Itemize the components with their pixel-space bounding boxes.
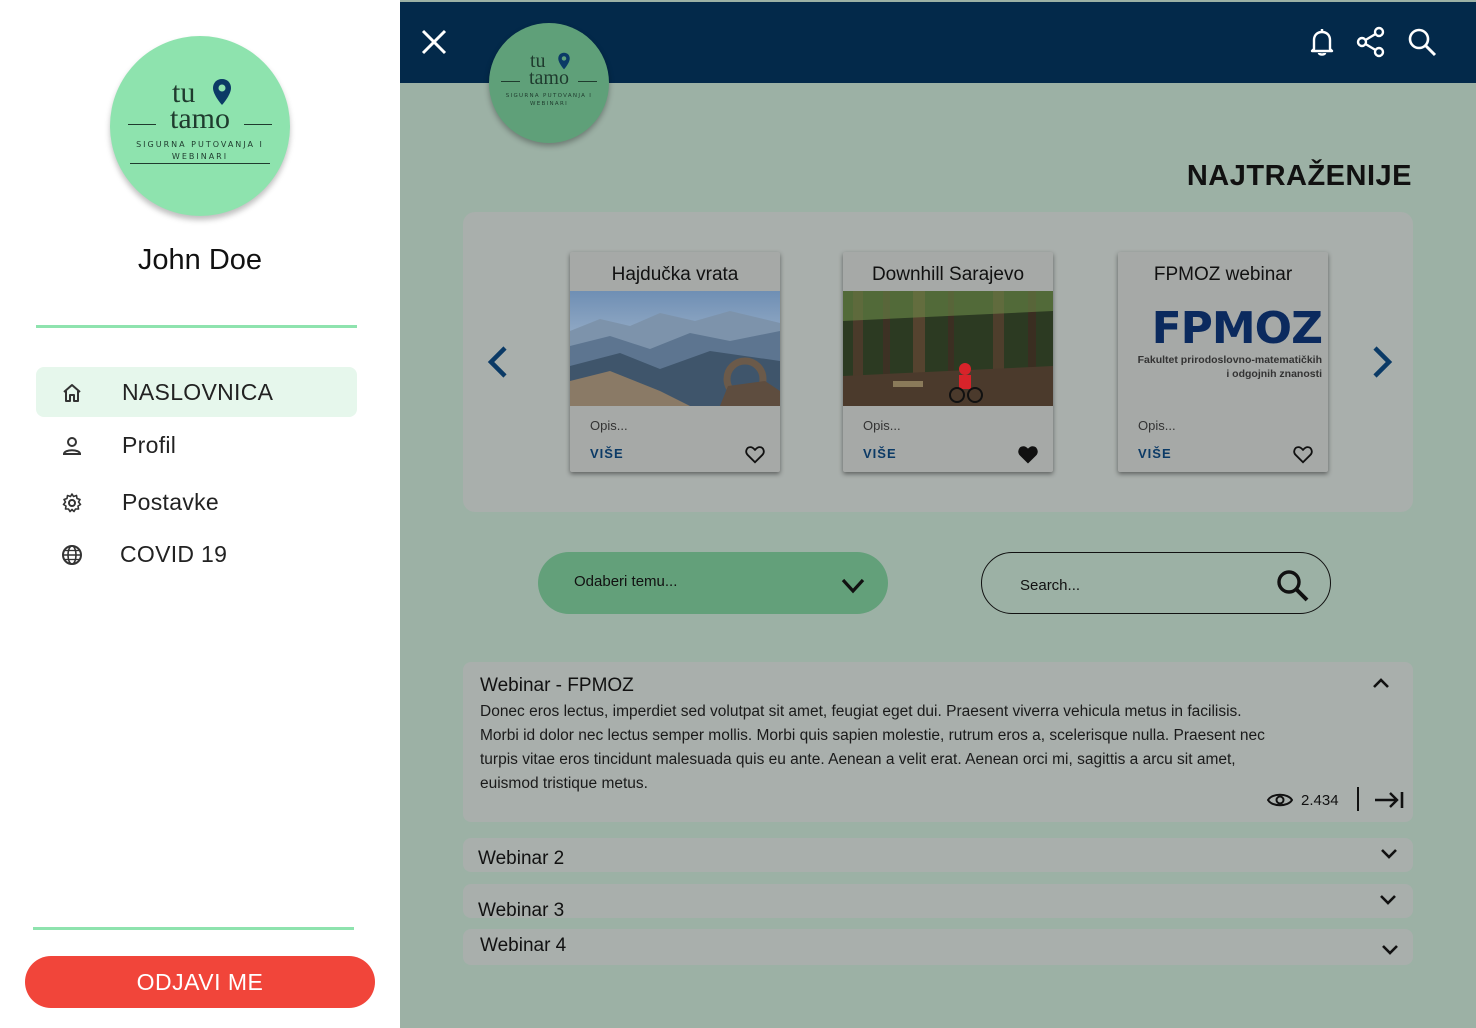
webinar-description: Donec eros lectus, imperdiet sed volutpa… (480, 700, 1360, 796)
logo-text-tamo: tamo (529, 67, 569, 89)
logo-text-tamo: tamo (170, 102, 230, 135)
divider-bottom (33, 927, 354, 930)
chevron-left-icon[interactable] (479, 342, 519, 382)
share-icon[interactable] (1355, 26, 1387, 58)
view-count: 2.434 (1301, 792, 1339, 809)
card-title: Hajdučka vrata (611, 264, 739, 285)
card-more-button[interactable]: VIŠE (863, 446, 897, 461)
bell-icon[interactable] (1306, 26, 1338, 58)
logo-subtitle-1: SIGURNA PUTOVANJA I (136, 140, 264, 149)
person-icon (62, 437, 82, 455)
card-description: Opis... (863, 418, 901, 433)
webinar-item-2[interactable]: Webinar 2 (463, 838, 1413, 872)
nav-item-profil[interactable]: Profil (36, 420, 357, 470)
fpmoz-logo-text: FPMOZ (1151, 303, 1323, 354)
sidebar: tu tamo SIGURNA PUTOVANJA I WEBINARI Joh… (0, 0, 400, 1028)
main-content: tu tamo SIGURNA PUTOVANJA I WEBINARI NAJ… (400, 0, 1476, 1028)
section-title: NAJTRAŽENIJE (1186, 160, 1412, 192)
brand-logo: tu tamo SIGURNA PUTOVANJA I WEBINARI (110, 36, 290, 216)
webinar-item-4[interactable]: Webinar 4 (463, 929, 1413, 965)
webinar-title: Webinar 3 (478, 900, 565, 921)
home-icon (63, 384, 81, 402)
webinar-item-fpmoz[interactable]: Webinar - FPMOZ Donec eros lectus, imper… (463, 662, 1413, 822)
nav-item-naslovnica[interactable]: NASLOVNICA (36, 367, 357, 417)
card-title: FPMOZ webinar (1153, 264, 1293, 285)
user-name: John Doe (137, 244, 263, 276)
search-icon[interactable] (1406, 26, 1438, 58)
gear-icon (62, 493, 82, 513)
carousel: Hajdučka vrata Opis... VIŠE Downhill Sar… (463, 212, 1413, 512)
chevron-right-icon[interactable] (1361, 342, 1401, 382)
divider-top (36, 325, 357, 328)
webinar-title: Webinar 4 (480, 935, 567, 956)
chevron-down-icon (841, 578, 865, 594)
card-downhill-sarajevo[interactable]: Downhill Sarajevo Opis... VIŠE (843, 252, 1053, 472)
heart-filled-icon[interactable] (1017, 443, 1039, 465)
nav-label: COVID 19 (120, 541, 228, 567)
app-root: tu tamo SIGURNA PUTOVANJA I WEBINARI Joh… (0, 0, 1476, 1028)
card-more-button[interactable]: VIŠE (1138, 446, 1172, 461)
heart-outline-icon[interactable] (1292, 443, 1314, 465)
card-more-button[interactable]: VIŠE (590, 446, 624, 461)
card-fpmoz-webinar[interactable]: FPMOZ webinar FPMOZ Fakultet prirodoslov… (1118, 252, 1328, 472)
logo-subtitle-2: WEBINARI (529, 101, 569, 107)
logo-rule-right (244, 124, 272, 125)
eye-icon (1267, 793, 1293, 807)
webinar-description-line: Morbi id dolor nec lectus semper mollis.… (480, 727, 1265, 744)
logo-rule-bottom (130, 163, 270, 164)
search-icon[interactable] (1274, 567, 1310, 603)
fpmoz-caption-1: Fakultet prirodoslovno-matematičkih (1137, 354, 1322, 366)
logout-button[interactable]: ODJAVI ME (25, 956, 375, 1008)
nav-item-postavke[interactable]: Postavke (36, 477, 357, 527)
card-description: Opis... (590, 418, 628, 433)
logo-rule-right (578, 81, 597, 82)
logo-subtitle-2: WEBINARI (171, 152, 229, 161)
nav-label: Postavke (122, 489, 220, 515)
webinar-title: Webinar 2 (478, 848, 565, 869)
card-title: Downhill Sarajevo (871, 264, 1025, 285)
nav-item-covid[interactable]: COVID 19 (36, 529, 357, 579)
close-icon[interactable] (418, 26, 450, 58)
chevron-down-icon[interactable] (1378, 843, 1400, 865)
webinar-item-3[interactable]: Webinar 3 (463, 884, 1413, 921)
card-description: Opis... (1138, 418, 1176, 433)
topic-select[interactable]: Odaberi temu... (538, 552, 888, 614)
webinar-description-line: euismod tristique metus. (480, 775, 648, 792)
open-arrow-icon[interactable] (1373, 790, 1405, 810)
card-image-fpmoz-logo: FPMOZ Fakultet prirodoslovno-matematički… (1118, 291, 1328, 406)
chevron-down-icon[interactable] (1379, 939, 1401, 961)
topic-select-placeholder: Odaberi temu... (574, 573, 678, 590)
search-input[interactable]: Search... (981, 552, 1331, 614)
separator (1357, 787, 1359, 811)
webinar-description-line: turpis vitae eros tincidunt malesuada qu… (480, 751, 1236, 768)
logo-subtitle-1: SIGURNA PUTOVANJA I (505, 93, 593, 99)
webinar-description-line: Donec eros lectus, imperdiet sed volutpa… (480, 703, 1242, 720)
chevron-up-icon[interactable] (1370, 672, 1392, 694)
card-hajducka-vrata[interactable]: Hajdučka vrata Opis... VIŠE (570, 252, 780, 472)
webinar-title: Webinar - FPMOZ (480, 675, 634, 696)
nav-label: Profil (122, 432, 177, 458)
card-image-mountains (570, 291, 780, 406)
chevron-down-icon[interactable] (1377, 889, 1399, 911)
brand-logo-small[interactable]: tu tamo SIGURNA PUTOVANJA I WEBINARI (489, 23, 609, 143)
card-image-forest (843, 291, 1053, 406)
fpmoz-caption-2: i odgojnih znanosti (1226, 368, 1322, 380)
heart-outline-icon[interactable] (744, 443, 766, 465)
nav-label: NASLOVNICA (122, 379, 274, 405)
search-placeholder: Search... (1020, 577, 1081, 594)
globe-icon (62, 545, 82, 565)
